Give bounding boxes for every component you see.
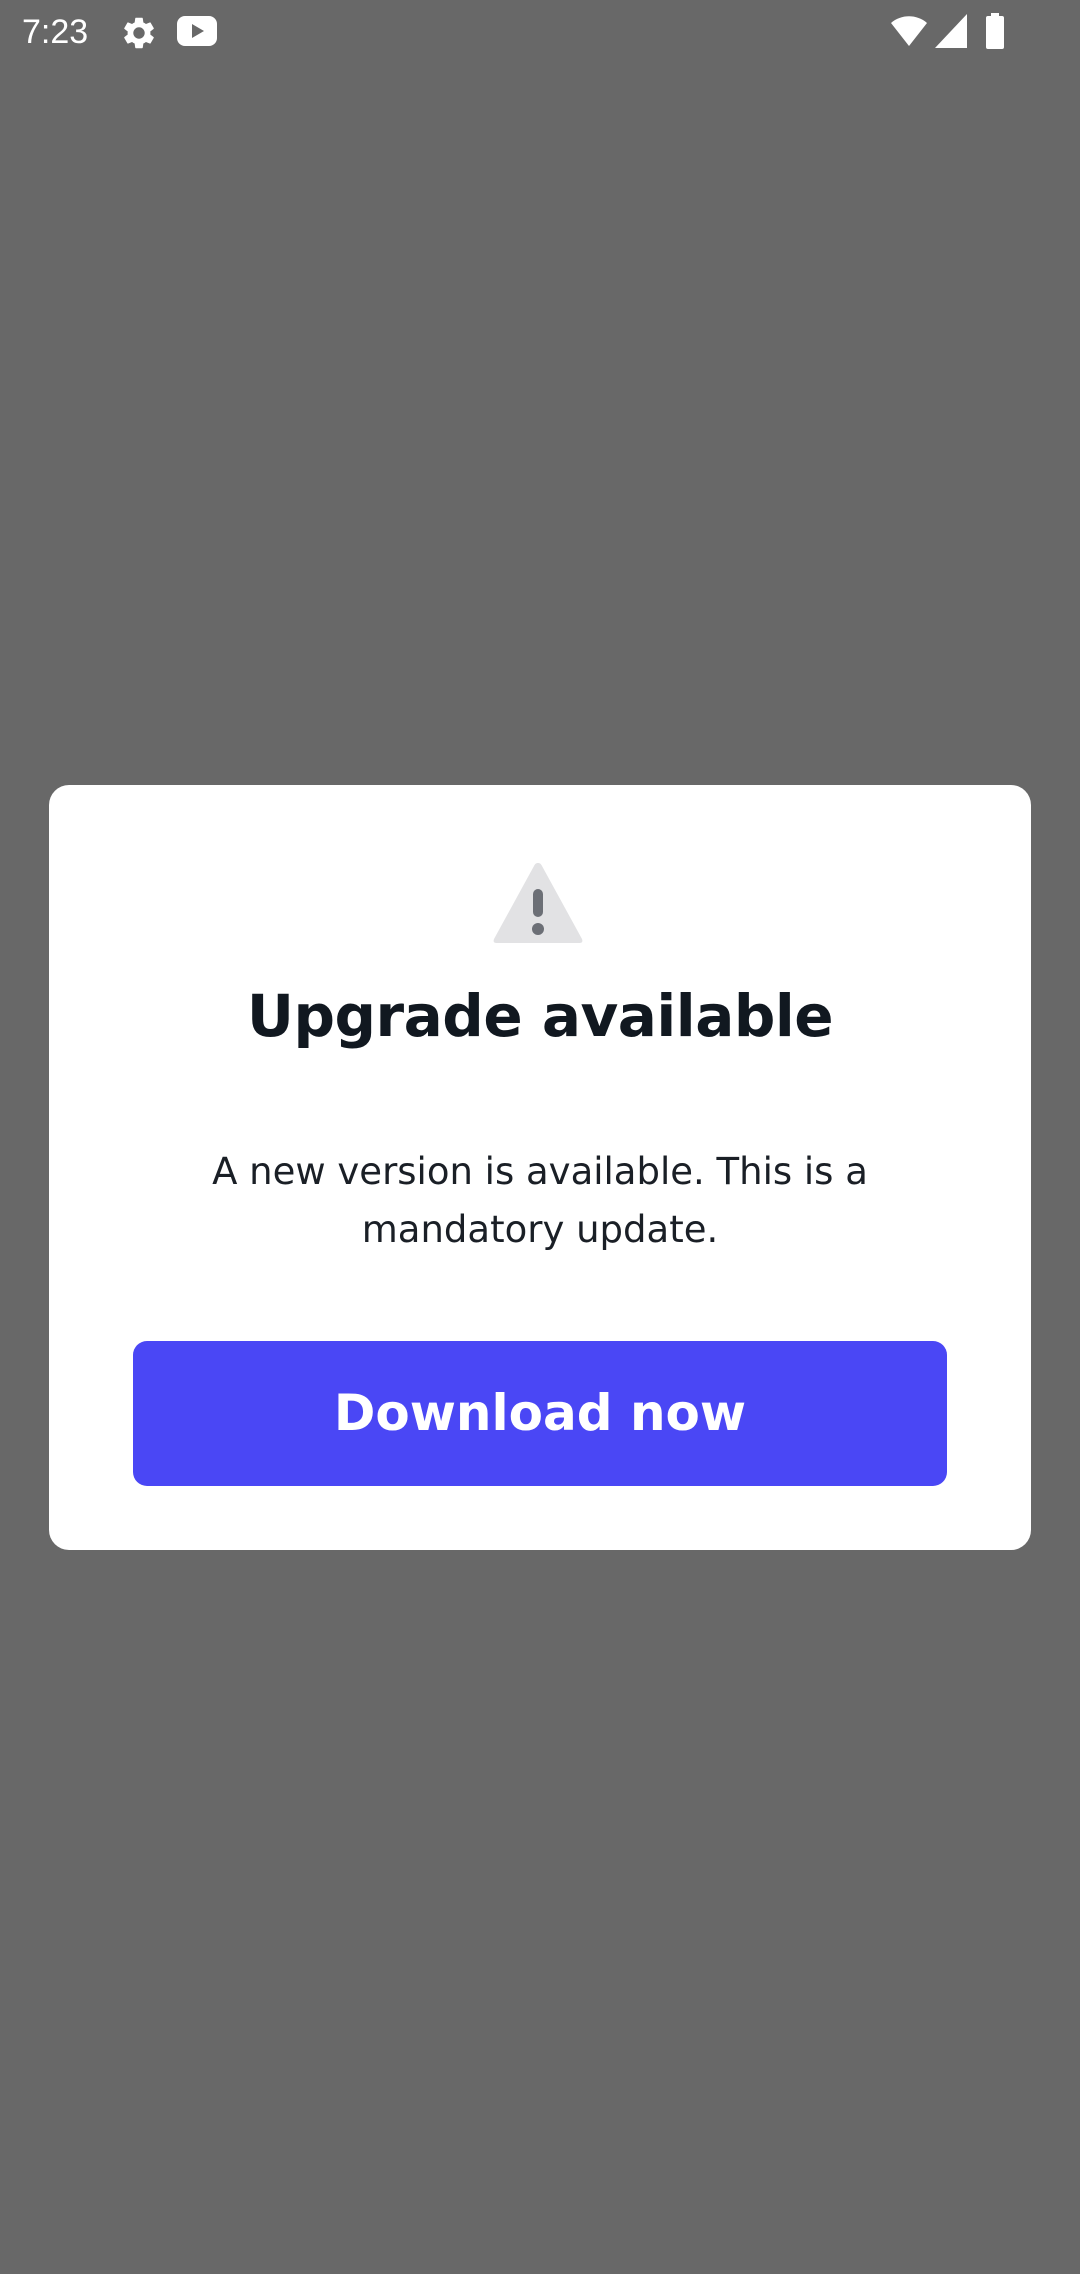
youtube-icon [177, 16, 217, 46]
dialog-title: Upgrade available [246, 982, 834, 1050]
download-now-button[interactable]: Download now [133, 1341, 947, 1486]
status-time: 7:23 [22, 13, 89, 51]
battery-icon [986, 13, 1004, 49]
settings-icon [124, 17, 154, 49]
status-bar: 7:23 [0, 0, 1080, 64]
dialog-message: A new version is available. This is a ma… [212, 1150, 868, 1251]
upgrade-dialog: Upgrade available A new version is avail… [49, 785, 1031, 1550]
warning-icon [493, 863, 583, 943]
wifi-icon [891, 16, 927, 46]
signal-icon [935, 14, 967, 48]
